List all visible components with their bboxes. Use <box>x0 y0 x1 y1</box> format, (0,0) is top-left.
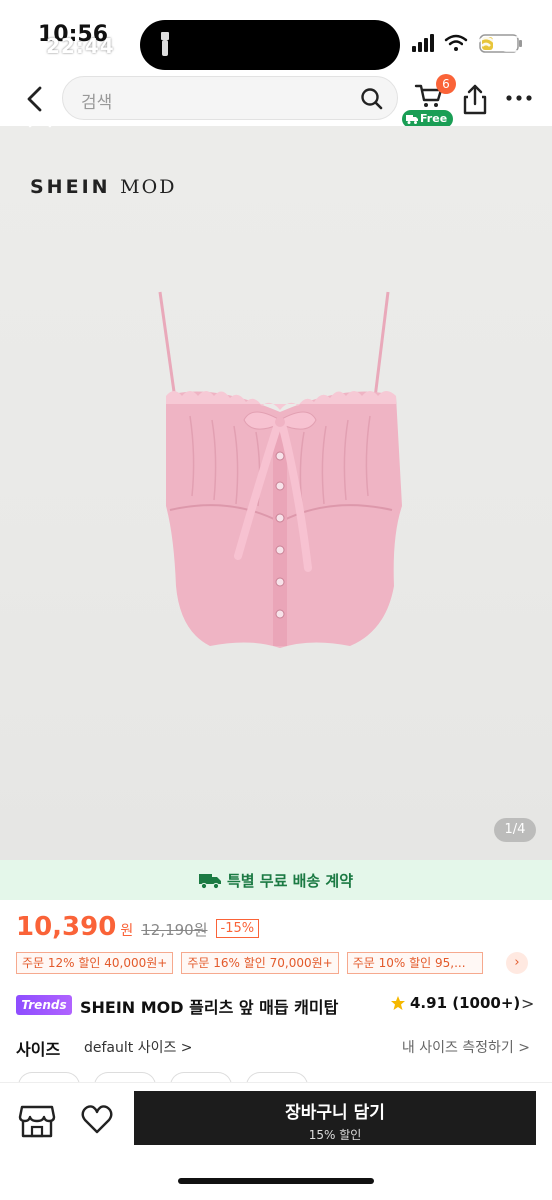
coupon-chip[interactable]: 주문 16% 할인 70,000원+ <box>181 952 339 974</box>
default-size-selector[interactable]: default 사이즈 > <box>84 1037 193 1057</box>
truck-icon <box>406 115 418 124</box>
current-price: 10,390 <box>16 912 117 942</box>
cart-count-badge: 6 <box>436 74 456 94</box>
price-row: 10,390 원 12,190원 -15% <box>16 912 260 944</box>
cart-button[interactable]: 6 Free <box>402 74 458 128</box>
heart-icon[interactable] <box>80 1103 114 1137</box>
top-nav-bar: 검색 6 Free <box>0 70 552 132</box>
add-to-cart-label: 장바구니 담기 <box>285 1103 385 1123</box>
rating[interactable]: 4.91 (1000+) <box>390 994 520 1012</box>
store-icon[interactable] <box>18 1103 56 1139</box>
rating-value: 4.91 (1000+) <box>410 994 521 1012</box>
status-bar: 10:56 22:44 <box>0 0 552 70</box>
size-row: 사이즈 default 사이즈 > 내 사이즈 측정하기 > <box>16 1036 536 1060</box>
product-image-gallery[interactable]: SHEIN MOD 1/4 <box>0 104 552 860</box>
coupon-chip[interactable]: 주문 12% 할인 40,000원+ <box>16 952 174 974</box>
rating-chevron-icon[interactable]: > <box>521 994 534 1013</box>
signal-icon <box>412 34 434 52</box>
image-page-indicator: 1/4 <box>494 818 536 842</box>
original-price: 12,190원 <box>141 921 208 939</box>
search-icon[interactable] <box>359 86 385 112</box>
product-image <box>158 291 402 648</box>
close-icon[interactable] <box>26 102 54 130</box>
search-input[interactable]: 검색 <box>62 76 398 120</box>
flashlight-icon <box>161 32 169 56</box>
more-options-icon[interactable] <box>504 86 534 110</box>
home-indicator[interactable] <box>178 1178 374 1184</box>
shipping-banner-text: 특별 무료 배송 계약 <box>226 872 354 890</box>
brand-logo-mod: MOD <box>120 176 177 198</box>
search-placeholder: 검색 <box>81 93 113 113</box>
product-title-row: Trends SHEIN MOD 플리츠 앞 매듭 캐미탑 4.91 (1000… <box>16 992 536 1018</box>
share-icon[interactable] <box>460 82 490 116</box>
overlay-time: 22:44 <box>46 34 115 58</box>
product-detail-screen: 10:56 22:44 검색 6 Free SHEIN MOD 1/4 특별 무… <box>0 0 552 1200</box>
size-label: 사이즈 <box>16 1040 61 1059</box>
star-icon <box>391 996 405 1010</box>
size-guide-link[interactable]: 내 사이즈 측정하기 > <box>402 1037 530 1057</box>
brand-logo: SHEIN MOD <box>30 176 176 198</box>
coupon-list: 주문 12% 할인 40,000원+ 주문 16% 할인 70,000원+ 주문… <box>16 952 536 978</box>
coupon-chip[interactable]: 주문 10% 할인 95,... <box>346 952 483 974</box>
chevron-right-icon[interactable]: › <box>506 952 528 974</box>
add-to-cart-button[interactable]: 장바구니 담기 15% 할인 <box>134 1091 536 1145</box>
truck-icon <box>198 873 221 889</box>
free-label: Free <box>420 112 448 125</box>
free-shipping-banner[interactable]: 특별 무료 배송 계약 <box>0 860 552 900</box>
brand-logo-shein: SHEIN <box>30 176 111 198</box>
add-to-cart-sublabel: 15% 할인 <box>308 1128 362 1142</box>
product-title: SHEIN MOD 플리츠 앞 매듭 캐미탑 <box>80 998 339 1017</box>
price-unit: 원 <box>120 923 134 939</box>
overlay-status-icons <box>458 36 529 52</box>
discount-badge: -15% <box>215 919 260 938</box>
trends-badge[interactable]: Trends <box>16 995 72 1015</box>
dynamic-island <box>140 20 400 70</box>
